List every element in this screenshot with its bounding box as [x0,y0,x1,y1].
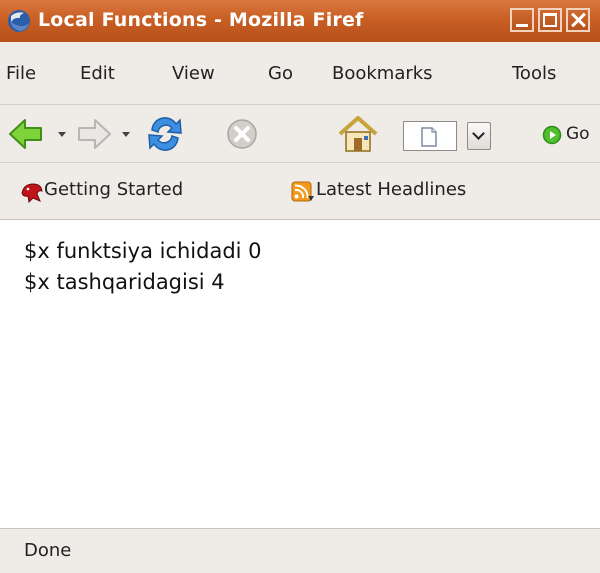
forward-arrow-icon[interactable] [76,117,112,151]
status-text: Done [24,540,72,561]
page-icon [421,127,437,147]
url-dropdown-button[interactable] [467,122,491,150]
menu-view[interactable]: View [172,63,215,84]
firefox-icon [8,10,30,32]
reload-icon[interactable] [144,114,186,154]
menu-edit[interactable]: Edit [80,63,115,84]
maximize-button[interactable] [538,8,562,32]
go-button-label[interactable]: Go [566,124,590,144]
bookmark-getting-started[interactable]: Getting Started [44,179,183,200]
status-bar: Done [0,528,600,573]
menu-bookmarks[interactable]: Bookmarks [332,63,433,84]
back-dropdown-arrow[interactable] [58,132,66,137]
back-arrow-icon[interactable] [8,117,44,151]
home-icon[interactable] [336,113,380,155]
menu-file[interactable]: File [6,63,36,84]
content-line-2: $x tashqaridagisi 4 [24,270,225,294]
page-content: $x funktsiya ichidadi 0 $x tashqaridagis… [0,220,600,527]
bookmark-latest-headlines[interactable]: Latest Headlines [316,179,466,200]
stop-icon[interactable] [226,118,258,150]
minimize-button[interactable] [510,8,534,32]
url-bar[interactable] [403,121,457,151]
forward-dropdown-arrow[interactable] [122,132,130,137]
title-bar: Local Functions - Mozilla Firef [0,0,600,42]
rss-feed-icon [291,181,314,202]
menu-go[interactable]: Go [268,63,293,84]
navigation-toolbar: Go [0,105,600,163]
menu-bar: File Edit View Go Bookmarks Tools [0,42,600,105]
go-icon[interactable] [542,125,562,145]
close-button[interactable] [566,8,590,32]
content-line-1: $x funktsiya ichidadi 0 [24,239,262,263]
bookmarks-toolbar: Getting Started Latest Headlines [0,163,600,220]
red-dino-icon [21,183,43,203]
window-title: Local Functions - Mozilla Firef [38,9,364,31]
menu-tools[interactable]: Tools [512,63,556,84]
